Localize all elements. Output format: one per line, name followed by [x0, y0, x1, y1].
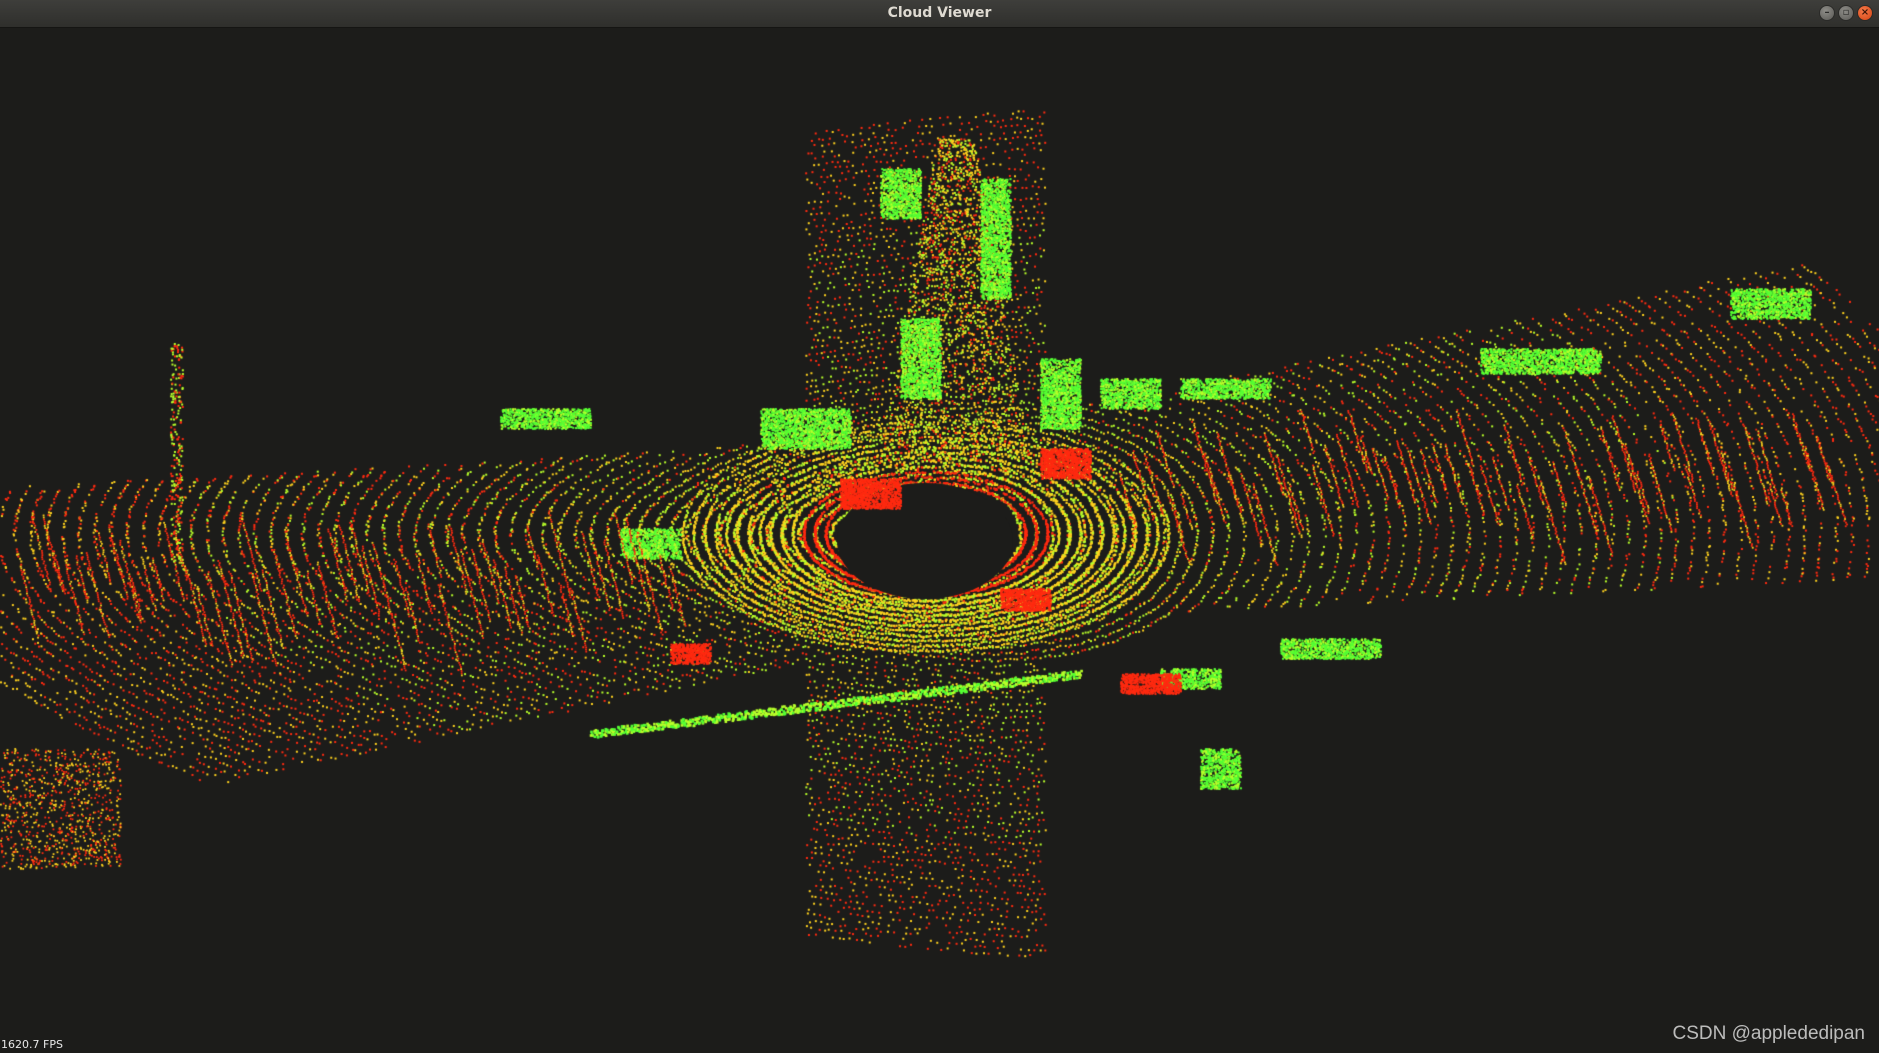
title-bar[interactable]: Cloud Viewer – ▫ ×: [0, 0, 1879, 28]
maximize-icon[interactable]: ▫: [1838, 5, 1854, 21]
window-title: Cloud Viewer: [887, 5, 992, 21]
window-controls: – ▫ ×: [1819, 5, 1873, 22]
fps-counter: 1620.7 FPS: [1, 1038, 63, 1051]
point-cloud-viewport[interactable]: 1620.7 FPS CSDN @applededipan: [0, 28, 1879, 1053]
watermark-text: CSDN @applededipan: [1672, 1023, 1865, 1044]
point-cloud-canvas[interactable]: [0, 28, 1879, 1053]
cloud-viewer-window: Cloud Viewer – ▫ × 1620.7 FPS CSDN @appl…: [0, 0, 1879, 1053]
minimize-icon[interactable]: –: [1819, 5, 1835, 21]
close-icon[interactable]: ×: [1857, 5, 1873, 21]
